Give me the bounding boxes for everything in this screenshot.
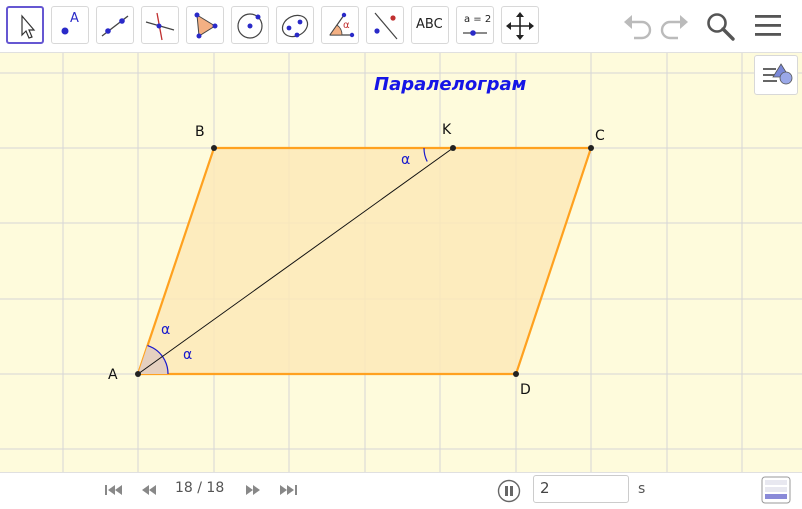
style-bar-icon bbox=[763, 63, 793, 85]
toolbar: A α ABC a = 2 bbox=[0, 0, 802, 53]
circle-icon bbox=[237, 13, 263, 39]
algebra-view-icon[interactable] bbox=[761, 476, 791, 504]
line-icon bbox=[101, 15, 129, 37]
point-label-b: B bbox=[195, 124, 205, 140]
reflect-tool-button[interactable] bbox=[366, 6, 404, 44]
search-icon[interactable] bbox=[702, 8, 738, 44]
point-label-a: A bbox=[108, 367, 118, 383]
move-arrows-icon bbox=[506, 12, 534, 40]
slide-counter: 18 / 18 bbox=[175, 480, 225, 496]
angle-icon bbox=[329, 12, 355, 38]
pause-button[interactable] bbox=[497, 479, 521, 503]
point-label-c: C bbox=[595, 128, 605, 144]
speed-input[interactable]: 2 bbox=[533, 475, 629, 503]
slider-tool-button[interactable]: a = 2 bbox=[456, 6, 494, 44]
redo-icon[interactable] bbox=[656, 8, 692, 44]
point-label-d: D bbox=[520, 382, 531, 398]
point-a[interactable] bbox=[135, 371, 141, 377]
polygon-icon bbox=[194, 12, 218, 39]
angle-label-k: α bbox=[401, 152, 411, 168]
point-d[interactable] bbox=[513, 371, 519, 377]
graphics-view[interactable] bbox=[0, 53, 802, 472]
undo-icon[interactable] bbox=[620, 8, 656, 44]
slider-icon bbox=[463, 30, 487, 36]
ellipse-icon bbox=[281, 14, 309, 38]
line-tool-button[interactable] bbox=[96, 6, 134, 44]
move-graphics-tool-button[interactable] bbox=[501, 6, 539, 44]
menu-icon[interactable] bbox=[750, 8, 786, 44]
title-text[interactable]: Паралелограм bbox=[374, 74, 526, 95]
first-slide-icon[interactable] bbox=[104, 482, 124, 498]
previous-slide-icon[interactable] bbox=[140, 482, 160, 498]
point-b[interactable] bbox=[211, 145, 217, 151]
parallelogram-abcd[interactable] bbox=[136, 146, 593, 376]
polygon-tool-button[interactable] bbox=[186, 6, 224, 44]
next-slide-icon[interactable] bbox=[242, 482, 262, 498]
point-k[interactable] bbox=[450, 145, 456, 151]
angle-label-a-upper: α bbox=[161, 322, 171, 338]
angle-label-a-lower: α bbox=[183, 347, 193, 363]
text-tool-button[interactable]: ABC bbox=[411, 6, 449, 44]
text-icon: ABC bbox=[416, 17, 443, 32]
point-c[interactable] bbox=[588, 145, 594, 151]
point-tool-glyph: A bbox=[70, 11, 79, 26]
perpendicular-line-tool-button[interactable] bbox=[141, 6, 179, 44]
last-slide-icon[interactable] bbox=[278, 482, 298, 498]
speed-unit-label: s bbox=[638, 481, 646, 497]
style-bar-toggle-button[interactable] bbox=[754, 55, 798, 95]
angle-tool-glyph: α bbox=[343, 20, 350, 31]
cursor-arrow-icon bbox=[21, 14, 36, 39]
point-tool-button[interactable]: A bbox=[51, 6, 89, 44]
geometry-canvas[interactable] bbox=[0, 53, 802, 472]
pause-icon bbox=[505, 486, 508, 496]
perpendicular-line-icon bbox=[145, 12, 175, 41]
circle-tool-button[interactable] bbox=[231, 6, 269, 44]
conic-tool-button[interactable] bbox=[276, 6, 314, 44]
reflect-icon bbox=[374, 12, 398, 40]
angle-tool-button[interactable]: α bbox=[321, 6, 359, 44]
point-label-k: K bbox=[442, 122, 452, 138]
move-tool-button[interactable] bbox=[6, 6, 44, 44]
